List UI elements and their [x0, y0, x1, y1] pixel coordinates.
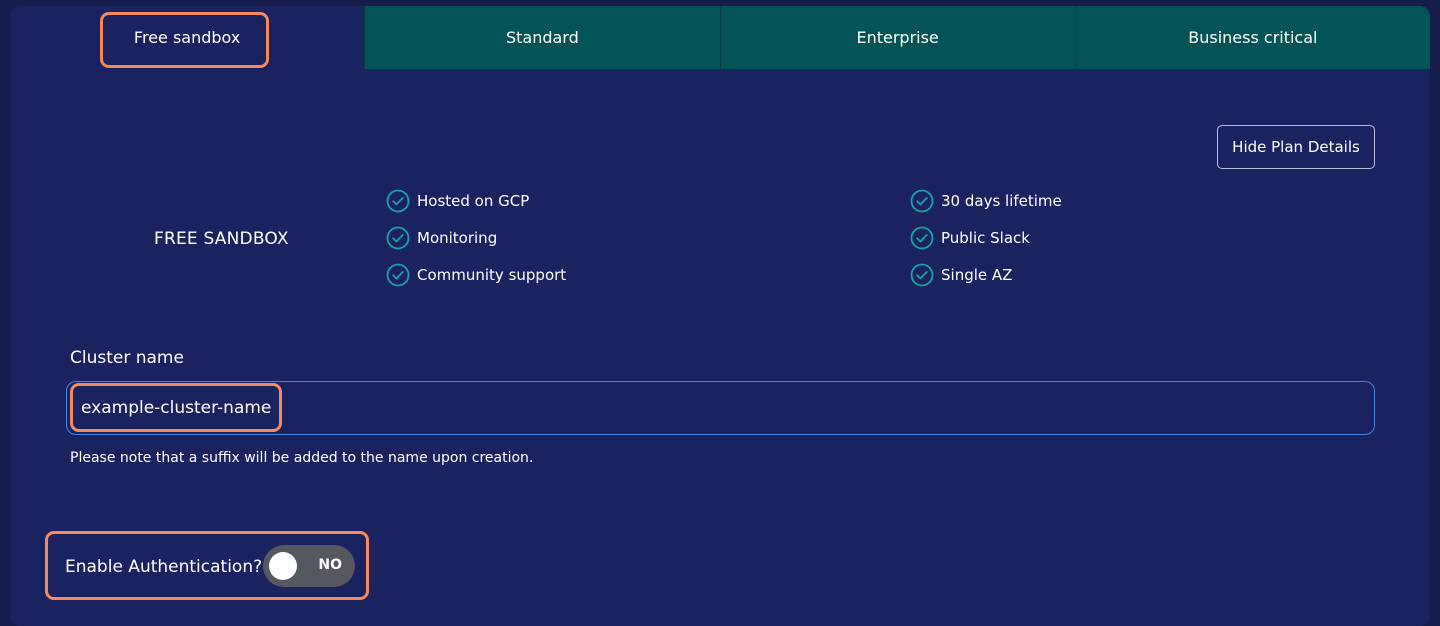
check-circle-icon — [910, 189, 934, 213]
feature-label: Community support — [417, 266, 567, 284]
feature-item: Monitoring — [386, 225, 566, 251]
feature-label: Public Slack — [941, 229, 1030, 247]
feature-label: Hosted on GCP — [417, 192, 530, 210]
feature-item: Hosted on GCP — [386, 188, 566, 214]
tab-label: Enterprise — [856, 28, 939, 47]
plan-tabs: Free sandbox Standard Enterprise Busines… — [10, 6, 1430, 69]
cluster-name-label: Cluster name — [70, 348, 184, 368]
check-circle-icon — [386, 226, 410, 250]
feature-list-left: Hosted on GCP Monitoring Community suppo… — [386, 188, 566, 288]
feature-label: 30 days lifetime — [941, 192, 1062, 210]
enable-auth-toggle[interactable]: NO — [263, 545, 355, 587]
tab-enterprise[interactable]: Enterprise — [719, 6, 1075, 69]
feature-item: Community support — [386, 262, 566, 288]
cluster-name-help: Please note that a suffix will be added … — [70, 450, 534, 466]
feature-item: 30 days lifetime — [910, 188, 1062, 214]
check-circle-icon — [910, 226, 934, 250]
cluster-name-field — [66, 381, 1375, 435]
toggle-state: NO — [318, 557, 342, 573]
plan-panel: Free sandbox Standard Enterprise Busines… — [10, 6, 1430, 626]
check-circle-icon — [386, 189, 410, 213]
check-circle-icon — [386, 263, 410, 287]
hide-plan-details-button[interactable]: Hide Plan Details — [1217, 125, 1375, 169]
feature-list-right: 30 days lifetime Public Slack Single AZ — [910, 188, 1062, 288]
tab-label: Business critical — [1188, 28, 1318, 47]
feature-label: Monitoring — [417, 229, 498, 247]
tab-free-sandbox[interactable]: Free sandbox — [10, 6, 365, 69]
feature-item: Public Slack — [910, 225, 1062, 251]
tab-label: Free sandbox — [133, 28, 241, 47]
tab-business-critical[interactable]: Business critical — [1074, 6, 1430, 69]
plan-name: FREE SANDBOX — [154, 229, 289, 249]
enable-auth-label: Enable Authentication? — [65, 557, 263, 577]
feature-item: Single AZ — [910, 262, 1062, 288]
check-circle-icon — [910, 263, 934, 287]
cluster-name-input[interactable] — [67, 382, 1374, 434]
tab-label: Standard — [505, 28, 579, 47]
feature-label: Single AZ — [941, 266, 1013, 284]
toggle-knob — [269, 552, 297, 580]
tab-standard[interactable]: Standard — [364, 6, 720, 69]
